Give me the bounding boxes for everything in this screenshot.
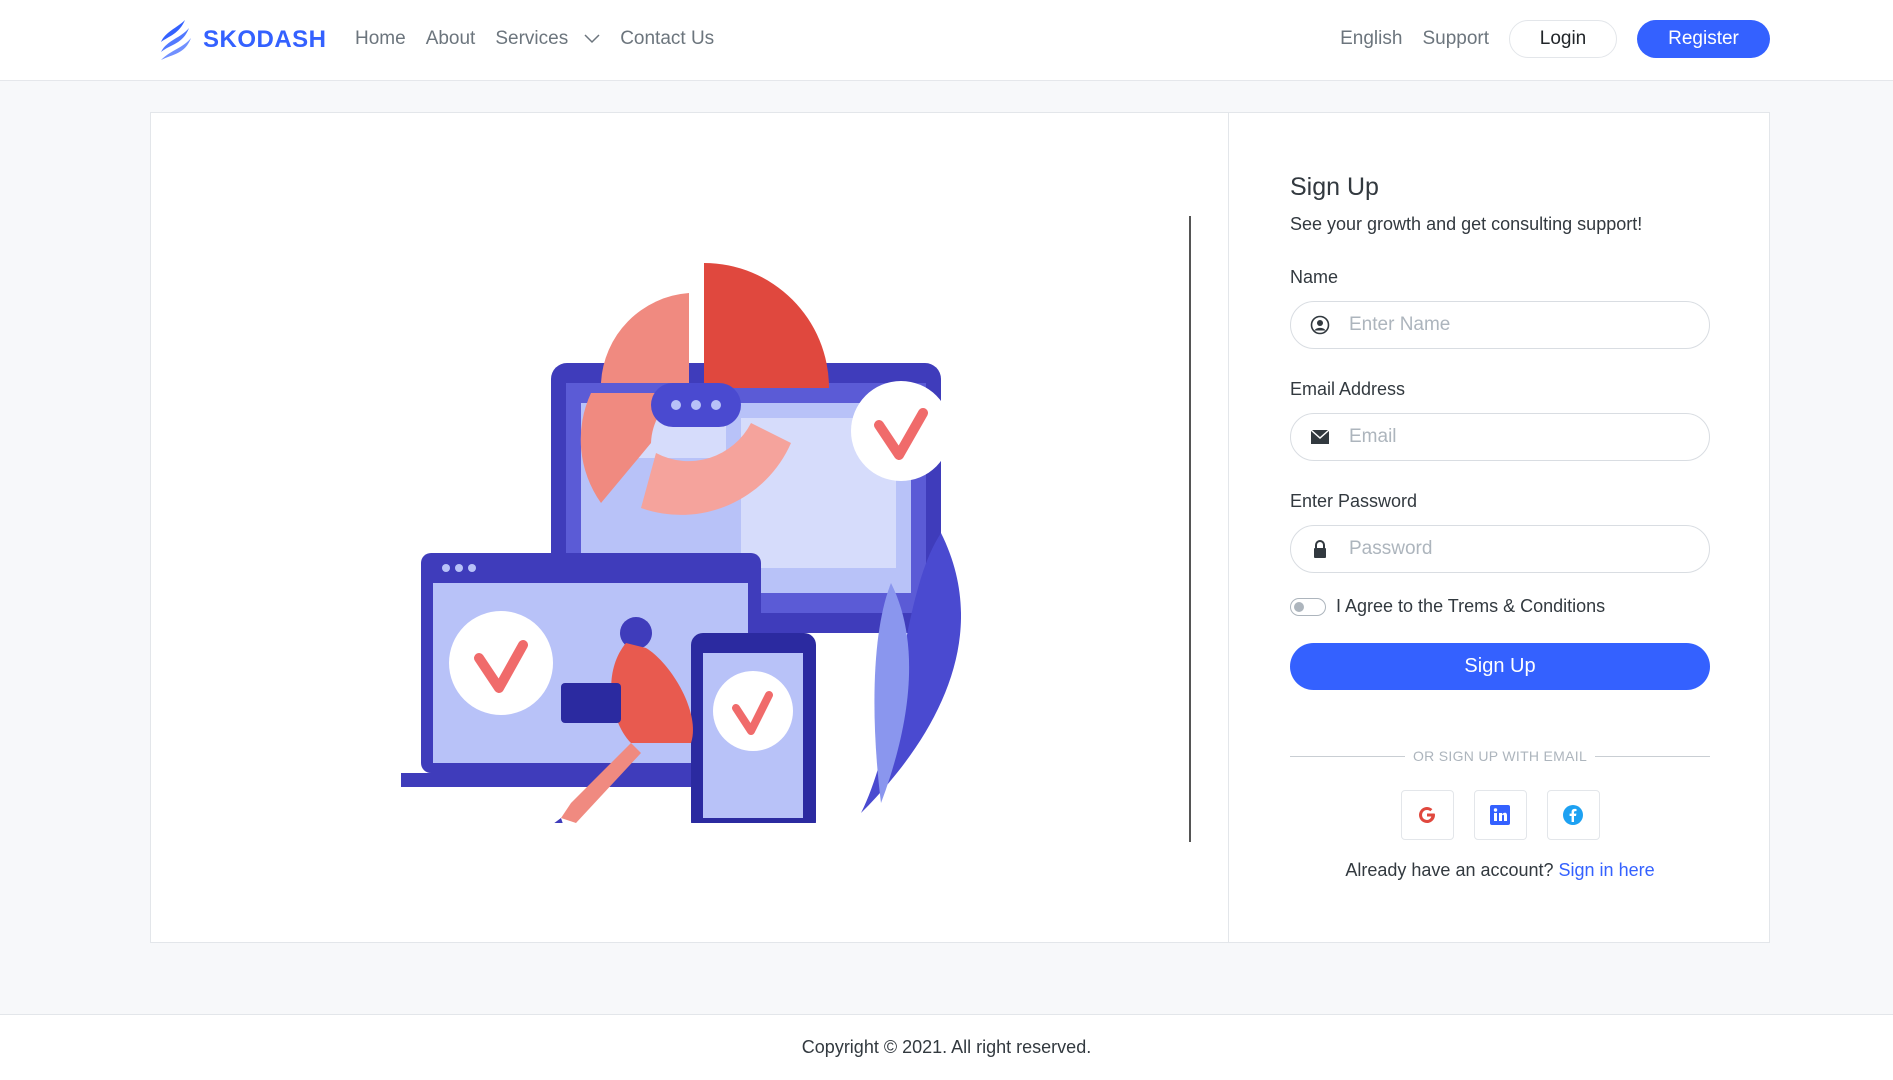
divider-line-right <box>1595 755 1710 757</box>
register-button[interactable]: Register <box>1637 20 1770 58</box>
facebook-signup-button[interactable] <box>1546 790 1600 840</box>
terms-toggle[interactable] <box>1290 597 1326 616</box>
email-label: Email Address <box>1290 379 1406 399</box>
skodash-logo-icon <box>161 20 191 60</box>
facebook-icon <box>1563 805 1583 825</box>
terms-row: I Agree to the Trems & Conditions <box>1290 596 1710 617</box>
chevron-down-icon <box>584 34 600 44</box>
signin-link[interactable]: Sign in here <box>1559 860 1655 880</box>
google-icon <box>1419 807 1435 824</box>
nav-services-dropdown[interactable]: Services <box>495 28 600 50</box>
or-divider: OR SIGN UP WITH EMAIL <box>1290 746 1710 766</box>
terms-label: I Agree to the Trems & Conditions <box>1336 596 1606 616</box>
signup-form: Sign Up See your growth and get consulti… <box>1290 173 1710 881</box>
name-field <box>1290 301 1710 349</box>
login-button[interactable]: Login <box>1509 20 1617 58</box>
envelope-icon <box>1291 429 1349 445</box>
name-label: Name <box>1290 267 1339 287</box>
email-field <box>1290 413 1710 461</box>
divider-text: OR SIGN UP WITH EMAIL <box>1412 748 1588 764</box>
password-label: Enter Password <box>1290 491 1418 511</box>
language-selector[interactable]: English <box>1340 28 1402 50</box>
form-title: Sign Up <box>1290 173 1379 201</box>
top-navbar: SKODASH Home About Services Contact Us E… <box>0 0 1893 81</box>
nav-about[interactable]: About <box>426 28 476 50</box>
analytics-illustration <box>401 263 961 823</box>
pane-divider <box>1189 216 1191 842</box>
signup-card: Sign Up See your growth and get consulti… <box>150 112 1770 943</box>
signin-prompt: Already have an account? Sign in here <box>1290 860 1710 881</box>
email-input[interactable] <box>1349 426 1689 448</box>
password-field <box>1290 525 1710 573</box>
nav-contact[interactable]: Contact Us <box>620 28 714 50</box>
signin-prompt-text: Already have an account? <box>1345 860 1559 880</box>
support-link[interactable]: Support <box>1422 28 1489 50</box>
illustration-pane <box>151 113 1229 942</box>
brand-logo[interactable]: SKODASH <box>155 18 327 62</box>
main-nav: Home About Services Contact Us <box>355 28 734 50</box>
nav-services-label: Services <box>495 28 569 49</box>
nav-home[interactable]: Home <box>355 28 406 50</box>
nav-right: English Support Login Register <box>1340 20 1770 58</box>
password-input[interactable] <box>1349 538 1689 560</box>
signup-submit-button[interactable]: Sign Up <box>1290 643 1710 690</box>
linkedin-icon <box>1490 805 1510 825</box>
form-subtitle: See your growth and get consulting suppo… <box>1290 214 1643 234</box>
google-signup-button[interactable] <box>1400 790 1454 840</box>
copyright-text: Copyright © 2021. All right reserved. <box>801 1037 1092 1057</box>
user-circle-icon <box>1291 315 1349 335</box>
page-footer: Copyright © 2021. All right reserved. <box>0 1014 1893 1080</box>
lock-icon <box>1291 540 1349 558</box>
name-input[interactable] <box>1349 314 1689 336</box>
social-buttons <box>1290 790 1710 840</box>
brand-name: SKODASH <box>203 26 327 53</box>
divider-line-left <box>1290 755 1405 757</box>
toggle-knob <box>1294 601 1304 612</box>
linkedin-signup-button[interactable] <box>1473 790 1527 840</box>
